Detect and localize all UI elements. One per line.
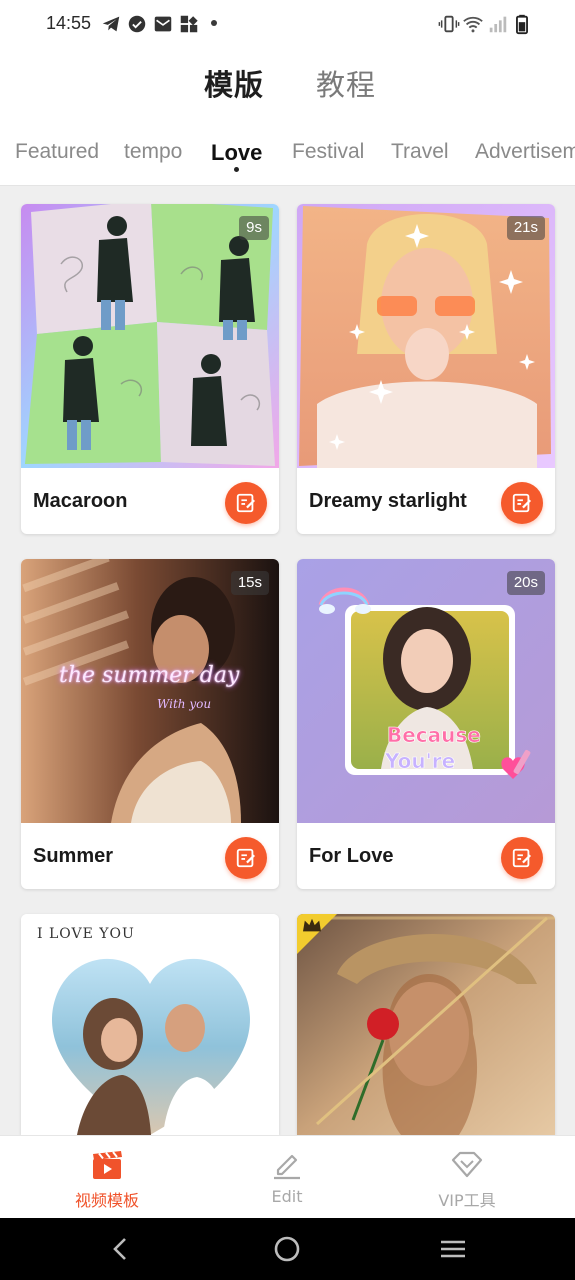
tab-advertisement[interactable]: Advertisem bbox=[475, 140, 575, 164]
thumb-caption: I LOVE YOU bbox=[37, 926, 135, 942]
template-thumbnail bbox=[297, 914, 555, 1135]
template-card-for-love[interactable]: Because You're 20s For Love bbox=[297, 559, 555, 889]
nav-video-templates[interactable]: 视频模板 bbox=[32, 1136, 182, 1219]
segment-templates[interactable]: 模版 bbox=[204, 62, 264, 104]
edit-note-icon bbox=[512, 493, 532, 513]
template-card-summer[interactable]: the summer day With you 15s Summer bbox=[21, 559, 279, 889]
notification-dot bbox=[211, 20, 217, 26]
duration-badge: 21s bbox=[506, 216, 545, 240]
nav-label: VIP工具 bbox=[438, 1191, 496, 1210]
use-template-button[interactable] bbox=[225, 837, 267, 879]
template-thumbnail: Because You're 20s bbox=[297, 559, 555, 823]
edit-note-icon bbox=[236, 493, 256, 513]
tab-tempo[interactable]: tempo bbox=[124, 140, 182, 164]
wifi-icon bbox=[462, 13, 484, 35]
template-thumbnail: 9s bbox=[21, 204, 279, 468]
crown-icon bbox=[301, 917, 323, 935]
duration-badge: 20s bbox=[506, 571, 545, 595]
template-card-dreamy-starlight[interactable]: 21s Dreamy starlight bbox=[297, 204, 555, 534]
app-grid-icon bbox=[178, 13, 200, 35]
system-navigation-bar bbox=[0, 1218, 575, 1280]
segment-tutorials[interactable]: 教程 bbox=[316, 62, 376, 104]
recents-icon[interactable] bbox=[438, 1234, 468, 1264]
video-template-icon bbox=[90, 1148, 124, 1182]
nav-vip-tools[interactable]: VIP工具 bbox=[392, 1136, 542, 1219]
nav-edit[interactable]: Edit bbox=[212, 1136, 362, 1219]
status-time: 14:55 bbox=[46, 13, 92, 33]
bottom-navigation: 视频模板 Edit VIP工具 bbox=[0, 1135, 575, 1218]
thumb-caption-primary: the summer day bbox=[59, 663, 240, 688]
tab-festival[interactable]: Festival bbox=[292, 140, 364, 164]
tab-love[interactable]: Love bbox=[211, 140, 262, 166]
template-card-i-love-you[interactable]: I LOVE YOU bbox=[21, 914, 279, 1135]
tab-featured[interactable]: Featured bbox=[15, 140, 99, 164]
template-thumbnail: the summer day With you 15s bbox=[21, 559, 279, 823]
active-tab-indicator bbox=[234, 167, 239, 172]
home-icon[interactable] bbox=[272, 1234, 302, 1264]
thumb-caption-primary: Because bbox=[387, 723, 481, 748]
use-template-button[interactable] bbox=[501, 482, 543, 524]
battery-icon bbox=[511, 13, 533, 35]
edit-note-icon bbox=[236, 848, 256, 868]
template-thumbnail: 21s bbox=[297, 204, 555, 468]
template-card-rose[interactable] bbox=[297, 914, 555, 1135]
top-header: 模版 教程 Featured tempo Love Festival Trave… bbox=[0, 48, 575, 186]
template-title: Dreamy starlight bbox=[309, 490, 467, 512]
nav-label: Edit bbox=[271, 1187, 303, 1206]
vip-diamond-icon bbox=[450, 1148, 484, 1182]
edit-pencil-icon bbox=[270, 1148, 304, 1182]
back-icon[interactable] bbox=[106, 1234, 136, 1264]
telegram-icon bbox=[100, 13, 122, 35]
use-template-button[interactable] bbox=[501, 837, 543, 879]
duration-badge: 15s bbox=[230, 571, 269, 595]
duration-badge: 9s bbox=[239, 216, 269, 240]
template-card-macaroon[interactable]: 9s Macaroon bbox=[21, 204, 279, 534]
status-bar: 14:55 bbox=[0, 0, 575, 48]
category-tabs: Featured tempo Love Festival Travel Adve… bbox=[0, 136, 575, 184]
nav-label: 视频模板 bbox=[74, 1191, 139, 1210]
edit-note-icon bbox=[512, 848, 532, 868]
tab-travel[interactable]: Travel bbox=[391, 140, 449, 164]
template-title: Macaroon bbox=[33, 490, 128, 512]
vibrate-icon bbox=[438, 13, 460, 35]
check-badge-icon bbox=[126, 13, 148, 35]
mail-icon bbox=[152, 13, 174, 35]
thumb-caption-secondary: You're bbox=[385, 749, 456, 774]
thumb-caption-secondary: With you bbox=[157, 697, 212, 711]
template-thumbnail: I LOVE YOU bbox=[21, 914, 279, 1135]
template-title: Summer bbox=[33, 845, 114, 867]
use-template-button[interactable] bbox=[225, 482, 267, 524]
template-title: For Love bbox=[309, 845, 394, 867]
signal-icon bbox=[487, 13, 509, 35]
